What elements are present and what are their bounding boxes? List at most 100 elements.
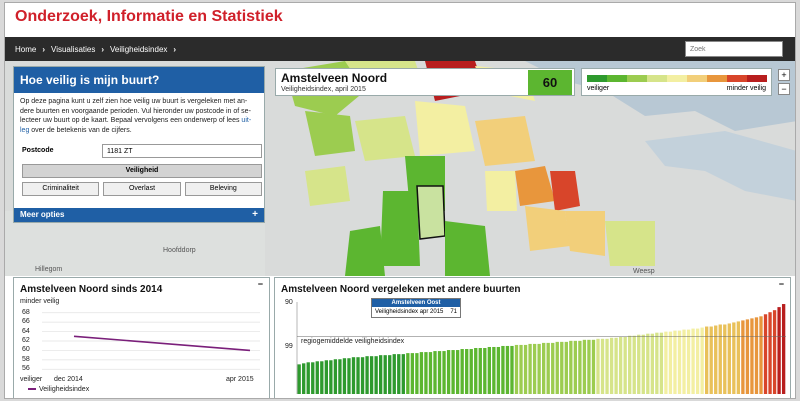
bar[interactable]	[777, 307, 781, 394]
bar[interactable]	[555, 341, 559, 394]
bar[interactable]	[356, 357, 360, 394]
bar[interactable]	[415, 353, 419, 394]
bar[interactable]	[410, 353, 415, 394]
bar[interactable]	[492, 346, 496, 394]
beleving-button[interactable]: Beleving	[184, 182, 262, 196]
bar[interactable]	[365, 356, 369, 394]
bar[interactable]	[483, 348, 487, 394]
bar[interactable]	[732, 322, 736, 394]
bar[interactable]	[637, 334, 641, 394]
bar[interactable]	[546, 342, 550, 394]
bar[interactable]	[333, 359, 338, 394]
breadcrumb-veiligheidsindex[interactable]: Veiligheidsindex	[110, 45, 167, 54]
bar[interactable]	[329, 360, 333, 394]
bar[interactable]	[723, 324, 727, 394]
bar[interactable]	[424, 352, 428, 394]
bar[interactable]	[419, 352, 424, 394]
site-title[interactable]: Onderzoek, Informatie en Statistiek	[15, 8, 785, 26]
bar[interactable]	[406, 353, 410, 394]
bar[interactable]	[397, 354, 401, 394]
bar[interactable]	[383, 355, 387, 394]
bar[interactable]	[655, 332, 659, 394]
bar[interactable]	[311, 362, 315, 394]
bar[interactable]	[315, 361, 319, 394]
bar[interactable]	[677, 330, 682, 394]
bar[interactable]	[650, 333, 654, 394]
overlast-button[interactable]: Overlast	[103, 182, 181, 196]
bar[interactable]	[455, 350, 460, 394]
bar[interactable]	[605, 338, 609, 394]
bar[interactable]	[537, 343, 541, 394]
bar[interactable]	[433, 351, 437, 394]
bar[interactable]	[446, 350, 451, 394]
bar[interactable]	[542, 342, 546, 394]
zoom-in-button[interactable]: +	[778, 69, 790, 81]
bar[interactable]	[388, 355, 392, 394]
bar[interactable]	[641, 334, 645, 394]
bar[interactable]	[528, 343, 532, 394]
bar[interactable]	[614, 337, 618, 394]
bar[interactable]	[759, 316, 763, 394]
bar[interactable]	[474, 348, 478, 394]
bar[interactable]	[582, 339, 587, 394]
bar[interactable]	[618, 336, 623, 394]
plus-icon[interactable]: +	[252, 209, 258, 220]
bar[interactable]	[369, 356, 374, 394]
bar[interactable]	[478, 348, 482, 394]
bar[interactable]	[496, 346, 501, 394]
bar[interactable]	[714, 325, 718, 394]
bar[interactable]	[401, 354, 405, 394]
bar[interactable]	[718, 324, 722, 394]
bar[interactable]	[519, 344, 523, 394]
bar[interactable]	[609, 337, 614, 394]
bar[interactable]	[668, 331, 673, 394]
bar[interactable]	[646, 333, 650, 394]
bar[interactable]	[682, 329, 686, 394]
bar[interactable]	[763, 314, 768, 394]
bar[interactable]	[374, 356, 378, 394]
bar[interactable]	[306, 362, 310, 394]
search-input[interactable]	[685, 41, 783, 57]
bar[interactable]	[659, 332, 664, 394]
bar[interactable]	[532, 343, 537, 394]
breadcrumb-home[interactable]: Home	[15, 45, 36, 54]
bar[interactable]	[469, 349, 473, 394]
bar[interactable]	[505, 345, 510, 394]
bar[interactable]	[342, 358, 347, 394]
bar[interactable]	[392, 354, 396, 394]
bar[interactable]	[560, 341, 564, 394]
bar[interactable]	[686, 329, 691, 394]
bar[interactable]	[324, 360, 328, 394]
bar[interactable]	[727, 323, 731, 394]
postcode-input[interactable]	[102, 144, 262, 158]
bar[interactable]	[428, 352, 433, 394]
bar[interactable]	[573, 340, 578, 394]
bar[interactable]	[695, 328, 700, 394]
bar[interactable]	[514, 344, 519, 394]
bar[interactable]	[360, 357, 365, 394]
bar[interactable]	[487, 346, 491, 394]
zoom-out-button[interactable]: −	[778, 83, 790, 95]
bar[interactable]	[673, 330, 677, 394]
bar[interactable]	[578, 340, 582, 394]
bar[interactable]	[632, 335, 636, 394]
bar[interactable]	[596, 338, 600, 394]
bar[interactable]	[351, 357, 356, 394]
bar[interactable]	[691, 328, 695, 394]
bar[interactable]	[772, 310, 777, 394]
bar[interactable]	[338, 359, 342, 394]
bar[interactable]	[501, 345, 505, 394]
bar[interactable]	[320, 361, 324, 394]
bar[interactable]	[379, 355, 383, 394]
more-options-bar[interactable]: Meer opties +	[14, 208, 264, 222]
bar[interactable]	[700, 327, 704, 394]
bar[interactable]	[460, 349, 464, 394]
veiligheid-button[interactable]: Veiligheid	[22, 164, 262, 178]
bar[interactable]	[569, 340, 573, 394]
bar[interactable]	[600, 338, 605, 394]
bar[interactable]	[465, 349, 469, 394]
bar[interactable]	[781, 304, 786, 394]
bar[interactable]	[623, 336, 627, 394]
criminaliteit-button[interactable]: Criminaliteit	[22, 182, 100, 196]
bar[interactable]	[437, 351, 442, 394]
